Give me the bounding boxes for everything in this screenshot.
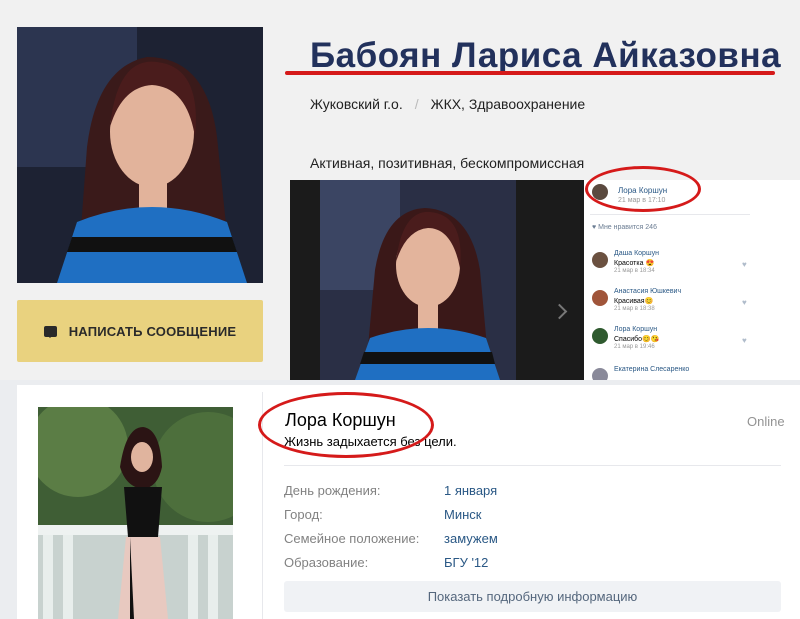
comment-date: 21 мар в 18:38 <box>614 306 655 312</box>
comment-item: Екатерина Слесаренко <box>592 366 792 380</box>
birthday-value[interactable]: 1 января <box>444 483 497 498</box>
comment-text: Спасибо😊😘 <box>614 336 660 343</box>
comment-author[interactable]: Лора Коршун <box>614 326 657 333</box>
avatar <box>592 290 608 306</box>
comment-author[interactable]: Анастасия Юшкевич <box>614 288 681 295</box>
marital-status-label: Семейное положение: <box>284 531 420 546</box>
heart-icon[interactable]: ♥ <box>742 298 747 307</box>
comment-text: Красивая😊 <box>614 298 654 305</box>
heart-icon[interactable]: ♥ <box>742 260 747 269</box>
comment-item: Лора Коршун Спасибо😊😘 21 мар в 19:46 ♥ <box>592 326 792 354</box>
heart-icon[interactable]: ♥ <box>742 336 747 345</box>
birthday-label: День рождения: <box>284 483 381 498</box>
comment-item: Даша Коршун Красотка 😍 21 мар в 18:34 ♥ <box>592 250 792 278</box>
highlight-underline <box>285 71 775 75</box>
write-message-button[interactable]: НАПИСАТЬ СООБЩЕНИЕ <box>17 300 263 362</box>
comment-author[interactable]: Екатерина Слесаренко <box>614 366 689 373</box>
highlight-circle <box>258 392 434 458</box>
online-status: Online <box>747 414 785 429</box>
comment-date: 21 мар в 19:46 <box>614 344 655 350</box>
comments-pane: Лора Коршун 21 мар в 17:10 ♥ Мне нравитс… <box>584 180 800 380</box>
comment-author[interactable]: Даша Коршун <box>614 250 659 257</box>
education-label: Образование: <box>284 555 369 570</box>
city-label: Город: <box>284 507 323 522</box>
vk-profile-photo[interactable] <box>38 407 233 619</box>
show-details-button[interactable]: Показать подробную информацию <box>284 581 781 612</box>
avatar <box>592 252 608 268</box>
sector-label: ЖКХ, Здравоохранение <box>430 96 586 112</box>
city-value[interactable]: Минск <box>444 507 481 522</box>
likes-count[interactable]: ♥ Мне нравится 246 <box>592 224 657 231</box>
education-value[interactable]: БГУ '12 <box>444 555 488 570</box>
divider <box>284 465 781 466</box>
chat-icon <box>43 325 57 338</box>
likes-label: Мне нравится 246 <box>598 224 657 231</box>
comment-date: 21 мар в 18:34 <box>614 268 655 274</box>
comment-item: Анастасия Юшкевич Красивая😊 21 мар в 18:… <box>592 288 792 316</box>
district-label: Жуковский г.о. <box>310 96 403 112</box>
candidate-photo <box>17 27 263 283</box>
post-photo <box>320 180 516 380</box>
comment-text: Красотка 😍 <box>614 260 655 267</box>
candidate-motto: Активная, позитивная, бескомпромиссная <box>310 155 585 171</box>
social-post-screenshot: Лора Коршун 21 мар в 17:10 ♥ Мне нравитс… <box>290 180 800 380</box>
candidate-meta: Жуковский г.о. / ЖКХ, Здравоохранение <box>310 96 585 112</box>
divider <box>590 214 750 215</box>
highlight-circle <box>585 166 701 212</box>
write-message-label: НАПИСАТЬ СООБЩЕНИЕ <box>68 323 237 339</box>
meta-separator: / <box>414 96 419 112</box>
avatar <box>592 328 608 344</box>
avatar <box>592 368 608 380</box>
marital-status-value[interactable]: замужем <box>444 531 498 546</box>
candidate-name: Бабоян Лариса Айказовна <box>310 36 782 75</box>
